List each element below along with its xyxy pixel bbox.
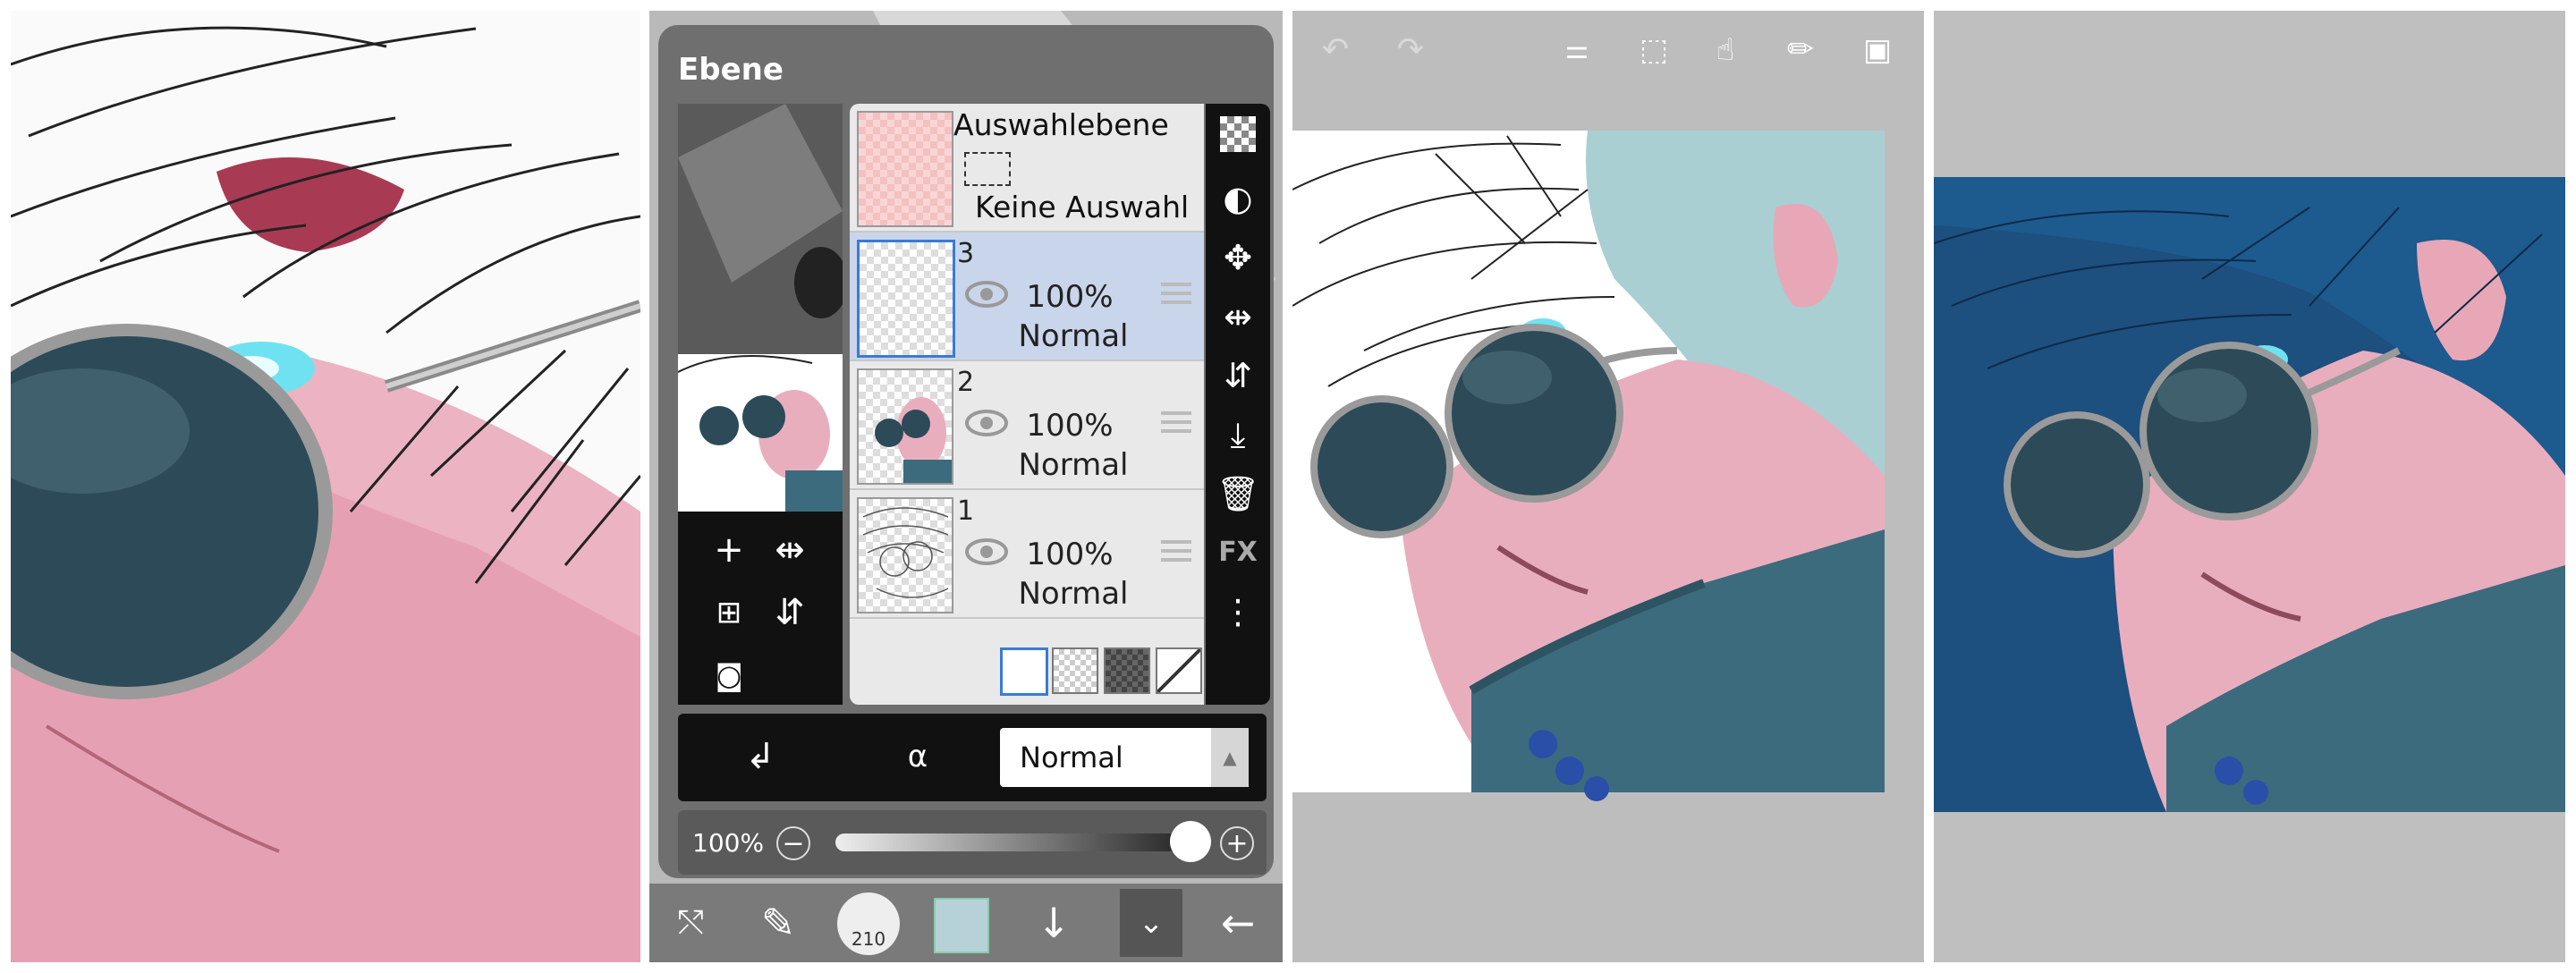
add-layer-icon[interactable]: ⊞ <box>707 590 751 635</box>
chevron-down-icon[interactable]: ⌄ <box>1120 889 1182 957</box>
minus-icon[interactable]: − <box>776 826 810 860</box>
layer-panel-screen: Ebene + ⇹ ⊞ ⇵ ◙ Auswahlebene Keine Auswa… <box>649 11 1283 962</box>
checker-icon[interactable] <box>1220 116 1256 152</box>
layer-thumbnail <box>857 368 953 485</box>
eye-icon[interactable] <box>964 408 1009 438</box>
layer-thumbnail <box>857 240 955 358</box>
closeup-canvas <box>11 11 640 962</box>
layer-number: 1 <box>957 495 975 527</box>
layer-list: Auswahlebene Keine Auswahl 3 100% Normal <box>850 104 1204 705</box>
closeup-artwork <box>11 11 640 962</box>
layer-blend-mode: Normal <box>1018 447 1129 483</box>
background-white-swatch[interactable] <box>1000 647 1048 696</box>
half-circle-icon[interactable]: ◐ <box>1215 175 1261 222</box>
artwork-colored <box>1292 131 1885 801</box>
brush-size-indicator[interactable]: 210 <box>837 893 900 955</box>
alpha-lock-icon[interactable]: α <box>889 728 946 785</box>
selection-layer-name: Auswahlebene <box>953 107 1169 142</box>
blend-mode-bar: ↲ α Normal ▲ <box>678 714 1267 801</box>
opacity-slider-knob[interactable] <box>1170 821 1211 862</box>
background-transparent-swatch[interactable] <box>1052 647 1098 694</box>
flip-vertical-icon[interactable]: ⇵ <box>1215 352 1261 399</box>
fx-button[interactable]: FX <box>1215 529 1261 576</box>
merge-down-icon[interactable]: ⤓ <box>1215 411 1261 458</box>
selection-status: Keine Auswahl <box>975 190 1190 224</box>
drag-handle-icon[interactable] <box>1161 540 1191 567</box>
canvas-screen-colored: ↶ ↷ ⚌ ⬚ ☝ ✏ ▣ <box>1292 11 1924 962</box>
opacity-slider-bar: 100% − + <box>678 810 1267 875</box>
selection-layer-thumbnail <box>857 111 953 227</box>
camera-icon[interactable]: ◙ <box>707 653 751 698</box>
move-arrows-icon[interactable]: ✥ <box>1215 234 1261 281</box>
dropdown-arrow-icon: ▲ <box>1211 728 1249 787</box>
dialog-title: Ebene <box>678 52 784 88</box>
layer-tools-sidebar: ◐ ✥ ⇹ ⇵ ⤓ 🗑 FX ⋮ <box>1206 104 1270 705</box>
canvas-preview: + ⇹ ⊞ ⇵ ◙ <box>678 104 843 705</box>
artwork-blue-background <box>1934 177 2565 812</box>
opacity-slider[interactable] <box>835 833 1193 851</box>
color-swatch[interactable] <box>934 898 989 953</box>
canvas-screen-blue <box>1934 11 2565 962</box>
layer-thumbnail-art <box>862 507 949 598</box>
background-dark-swatch[interactable] <box>1104 647 1150 694</box>
drag-handle-icon[interactable] <box>1161 283 1191 309</box>
drag-handle-icon[interactable] <box>1161 411 1191 438</box>
layer-dialog: Ebene + ⇹ ⊞ ⇵ ◙ Auswahlebene Keine Auswa… <box>658 25 1274 878</box>
add-icon[interactable]: + <box>707 528 751 572</box>
blend-mode-select[interactable]: Normal ▲ <box>1000 728 1249 787</box>
selection-marquee-icon <box>964 152 1011 186</box>
layer-blend-mode: Normal <box>1018 576 1129 612</box>
trash-icon[interactable]: 🗑 <box>1215 470 1261 517</box>
flip-horizontal-icon[interactable]: ⇹ <box>1215 293 1261 340</box>
preview-image <box>678 104 843 512</box>
brush-icon[interactable]: ✎ <box>750 894 807 952</box>
layer-thumbnail-art <box>875 397 952 483</box>
layer-opacity: 100% <box>1026 279 1114 315</box>
flip-vertical-icon[interactable]: ⇵ <box>767 590 812 635</box>
background-swatches <box>850 628 1204 705</box>
layer-row[interactable]: 2 100% Normal <box>850 361 1204 490</box>
eye-icon[interactable] <box>964 537 1009 567</box>
brush-size-value: 210 <box>851 928 886 950</box>
layer-row[interactable]: 1 100% Normal <box>850 490 1204 619</box>
layer-opacity: 100% <box>1026 408 1114 444</box>
background-none-swatch[interactable] <box>1156 647 1202 694</box>
opacity-value: 100% <box>692 828 765 858</box>
transform-tools-icon[interactable]: ⤲ <box>662 894 719 952</box>
preview-tools: + ⇹ ⊞ ⇵ ◙ <box>678 515 843 705</box>
down-arrow-icon[interactable]: ↓ <box>1025 894 1082 952</box>
blend-mode-value: Normal <box>1020 740 1123 774</box>
selection-layer-row[interactable]: Auswahlebene Keine Auswahl <box>850 104 1204 233</box>
layer-number: 3 <box>957 238 975 269</box>
bottom-toolbar: ⤲ ✎ 210 ↓ ⌄ ← <box>649 884 1283 962</box>
layer-opacity: 100% <box>1026 537 1114 572</box>
preview-artwork <box>678 104 843 512</box>
clipping-icon[interactable]: ↲ <box>732 728 789 785</box>
layer-blend-mode: Normal <box>1018 318 1129 354</box>
flip-horizontal-icon[interactable]: ⇹ <box>767 528 812 572</box>
plus-icon[interactable]: + <box>1220 826 1254 860</box>
layer-number: 2 <box>957 367 975 398</box>
layer-row[interactable]: 3 100% Normal <box>850 233 1204 361</box>
layer-thumbnail <box>857 497 953 613</box>
eye-icon[interactable] <box>964 279 1009 309</box>
more-vertical-icon[interactable]: ⋮ <box>1215 588 1261 635</box>
back-arrow-icon[interactable]: ← <box>1209 894 1267 952</box>
